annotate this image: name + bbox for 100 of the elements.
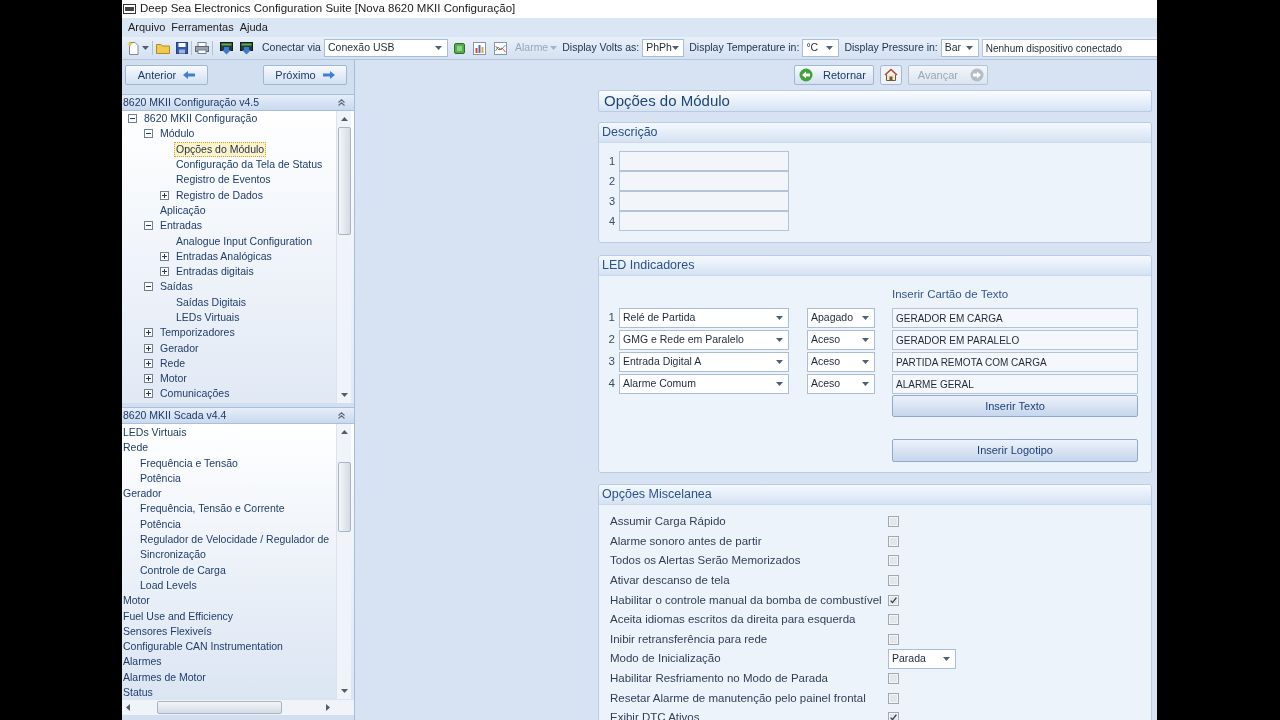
tree-item[interactable]: Potência [140,470,181,487]
next-button[interactable]: Próximo [263,65,347,85]
tree-item[interactable]: Aplicação [158,202,208,218]
square-icon[interactable] [453,42,465,54]
tree-item[interactable]: Entradas Analógicas [174,248,274,264]
tree-item[interactable]: Status [123,685,153,699]
scrollbar-thumb[interactable] [157,701,282,714]
tree-item[interactable]: Motor [123,593,150,609]
tree-item[interactable]: LEDs Virtuais [174,310,242,325]
scrollbar-thumb[interactable] [337,127,351,235]
checkbox[interactable] [888,692,899,704]
unit-dropdown[interactable]: PhPh [642,39,685,57]
double-chevron-up-icon[interactable] [338,99,345,106]
tree-item[interactable]: Registro de Dados [174,187,265,203]
led-state-dropdown[interactable]: Aceso [807,374,875,394]
minus-box-icon[interactable] [144,221,153,231]
plus-box-icon[interactable] [144,374,153,384]
scrollbar-thumb[interactable] [337,462,351,532]
horizontal-scrollbar[interactable] [122,699,354,715]
tree-item[interactable]: Gerador [158,340,201,356]
previous-button[interactable]: Anterior [125,65,208,85]
plus-box-icon[interactable] [160,251,169,261]
back-button[interactable]: Retornar [794,65,874,85]
plus-box-icon[interactable] [160,190,169,200]
checkbox[interactable] [888,555,899,567]
house-icon[interactable] [880,65,902,85]
led-source-dropdown[interactable]: GMG e Rede em Paralelo [619,330,789,350]
minus-box-icon[interactable] [128,114,137,124]
tree-item[interactable]: Frequência e Tensão [140,455,238,471]
tree-item[interactable]: Frequência, Tensão e Corrente [140,501,285,517]
tree-item[interactable]: Gerador [123,486,162,502]
new-file-icon[interactable] [127,41,139,55]
input-field[interactable] [619,151,789,171]
bar-chart-icon[interactable] [472,41,486,55]
plus-box-icon[interactable] [144,328,153,338]
minus-box-icon[interactable] [144,129,153,139]
tree-item[interactable]: Controle de Carga [140,562,226,578]
line-chart-icon[interactable] [493,41,507,55]
menu-item[interactable]: Ferramentas [170,19,235,36]
tree-item[interactable]: Potência [140,516,181,533]
tree-item[interactable]: 8620 MKII Configuração [142,111,260,127]
tree-item[interactable]: Rede [158,355,188,371]
input-field[interactable] [619,171,789,191]
tree-item[interactable]: Analogue Input Configuration [174,233,315,249]
tree-item[interactable]: Fuel Use and Efficiency [123,608,234,624]
checkbox[interactable] [888,594,899,606]
checkbox[interactable] [888,633,899,645]
text-card-field[interactable]: GERADOR EM PARALELO [892,330,1138,350]
folder-icon[interactable] [156,42,170,54]
input-field[interactable] [619,191,789,211]
led-state-dropdown[interactable]: Aceso [807,330,875,350]
checkbox[interactable] [888,535,899,547]
save-icon[interactable] [176,42,188,54]
panel-header[interactable]: 8620 MKII Configuração v4.5 [122,94,354,111]
checkbox[interactable] [888,673,899,685]
insert-logo-button[interactable]: Inserir Logotipo [892,439,1138,462]
double-chevron-up-icon[interactable] [338,412,345,419]
monitor-arrow-icon[interactable] [220,41,233,55]
tree-item[interactable]: Comunicações [158,386,232,402]
tree-item[interactable]: Configuração da Tela de Status [174,157,325,173]
unit-dropdown[interactable]: Bar [940,39,979,57]
tree-item[interactable]: Rede [123,440,149,456]
tree-item[interactable]: Alarmes [123,654,162,670]
text-card-field[interactable]: GERADOR EM CARGA [892,308,1138,328]
tree-item[interactable]: Saídas Digitais [174,294,249,310]
insert-text-button[interactable]: Inserir Texto [892,395,1138,417]
tree-item[interactable]: Motor [158,371,189,387]
scroll-down-icon[interactable] [340,689,348,693]
menu-item[interactable]: Arquivo [127,19,167,36]
plus-box-icon[interactable] [160,267,169,277]
plus-box-icon[interactable] [144,343,153,353]
plus-box-icon[interactable] [144,389,153,399]
tree-item[interactable]: Opções do Módulo [174,141,267,157]
checkbox[interactable] [888,614,899,626]
scroll-left-icon[interactable] [126,704,130,711]
text-card-field[interactable]: PARTIDA REMOTA COM CARGA [892,352,1138,372]
minus-box-icon[interactable] [144,282,153,292]
connection-dropdown[interactable]: Conexão USB [323,39,448,57]
led-state-dropdown[interactable]: Aceso [807,352,875,372]
monitor-arrow-icon[interactable] [240,41,253,55]
tree-item[interactable]: Módulo [158,126,197,142]
tree-item[interactable]: Sensores Flexiveís [123,623,212,640]
panel-header[interactable]: 8620 MKII Scada v4.4 [122,407,354,424]
tree-item[interactable]: Temporizadores [158,325,237,341]
vertical-scrollbar[interactable] [336,424,351,699]
checkbox[interactable] [888,575,899,587]
checkbox[interactable] [888,712,899,720]
tree-item[interactable]: Registro de Eventos [174,172,273,188]
tree-item[interactable]: Entradas digitais [174,264,256,280]
tree-item[interactable]: LEDs Virtuais [123,425,187,441]
input-field[interactable] [619,211,789,231]
plus-box-icon[interactable] [144,358,153,368]
led-source-dropdown[interactable]: Entrada Digital A [619,352,789,372]
tree-item[interactable]: Alarmes de Motor [123,669,206,686]
printer-icon[interactable] [195,42,209,54]
menu-item[interactable]: Ajuda [238,19,269,36]
checkbox[interactable] [888,516,899,528]
scroll-down-icon[interactable] [340,393,348,397]
led-state-dropdown[interactable]: Apagado [807,308,875,328]
scroll-up-icon[interactable] [340,430,348,434]
